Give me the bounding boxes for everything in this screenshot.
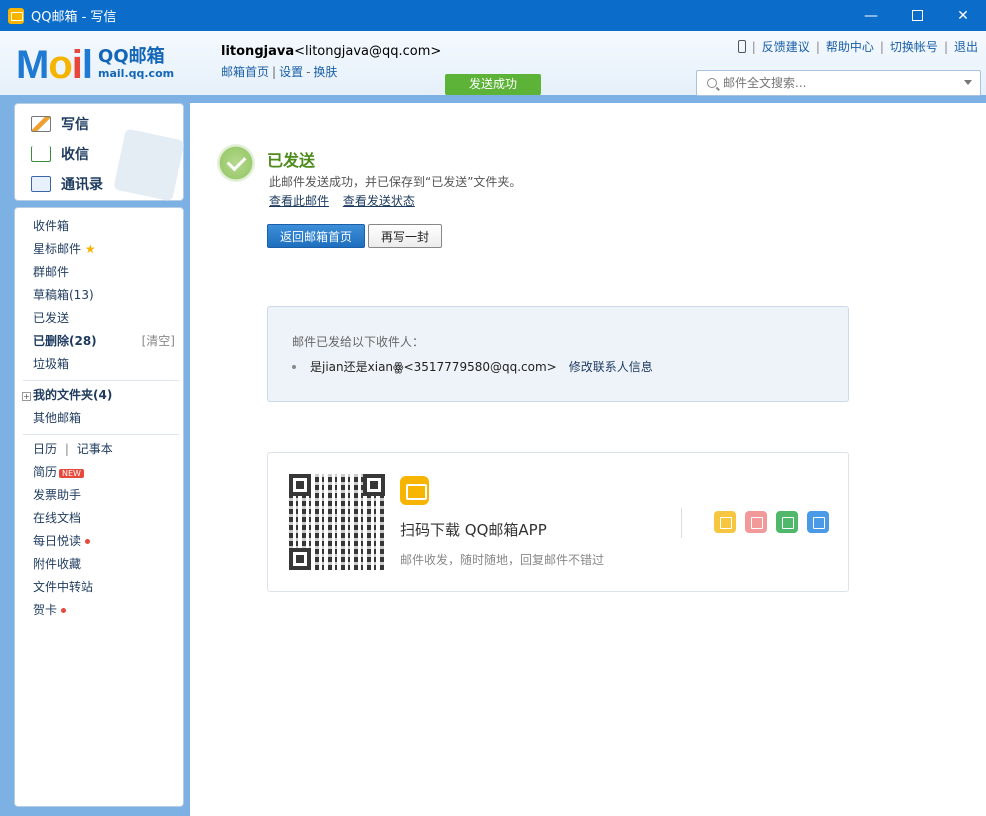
view-mail-link[interactable]: 查看此邮件: [269, 194, 329, 208]
search-icon: [707, 78, 717, 88]
help-link[interactable]: 帮助中心: [826, 38, 874, 55]
receive-button[interactable]: 收信: [31, 144, 89, 164]
folder-spam[interactable]: 垃圾箱: [33, 355, 69, 372]
file-transfer-link[interactable]: 文件中转站: [33, 578, 93, 595]
sent-description: 此邮件发送成功，并已保存到“已发送”文件夹。: [269, 175, 522, 189]
new-badge: NEW: [59, 469, 84, 478]
unread-dot: [85, 539, 91, 544]
view-status-link[interactable]: 查看发送状态: [343, 194, 415, 208]
attachments-link[interactable]: 附件收藏: [33, 555, 81, 572]
recipients-panel: 邮件已发给以下收件人： 是jian还是xian ꙮ <3517779580@qq.c…: [267, 306, 849, 402]
qq-mail-app-icon: [400, 476, 429, 505]
app-promo: 扫码下载 QQ邮箱APP 邮件收发，随时随地，回复邮件不错过: [267, 452, 849, 592]
search-box[interactable]: [696, 70, 981, 96]
moil-logo-text: Moil: [16, 43, 93, 87]
receive-icon: [31, 146, 51, 162]
folder-starred[interactable]: 星标邮件 ★: [33, 240, 96, 257]
qq-mail-logo[interactable]: Moil QQ邮箱 mail.qq.com: [16, 45, 174, 85]
folder-inbox[interactable]: 收件箱: [33, 217, 69, 234]
contacts-icon: [31, 176, 51, 192]
daily-reading-link[interactable]: 每日悦读: [33, 532, 91, 549]
calendar-notes: 日历 | 记事本: [33, 442, 113, 456]
sent-links: 查看此邮件 查看发送状态: [269, 192, 425, 209]
user-info: litongjava<litongjava@qq.com> 邮箱首页 | 设置 - 换肤: [221, 44, 442, 79]
feedback-link[interactable]: 反馈建议: [762, 38, 810, 55]
resume-link[interactable]: 简历 NEW: [33, 463, 84, 480]
write-icon: [31, 116, 51, 132]
mail-home-link[interactable]: 邮箱首页: [221, 65, 269, 79]
folder-sent[interactable]: 已发送: [33, 309, 69, 326]
calendar-link[interactable]: 日历: [33, 442, 57, 456]
calendar-feature-icon: [745, 511, 767, 533]
recipients-title: 邮件已发给以下收件人：: [292, 335, 425, 349]
mail-app-icon: [8, 7, 24, 24]
minimize-button[interactable]: —: [848, 0, 894, 31]
edit-contact-link[interactable]: 修改联系人信息: [569, 358, 653, 375]
folder-other-mailbox[interactable]: 其他邮箱: [33, 409, 81, 426]
invoice-link[interactable]: 发票助手: [33, 486, 81, 503]
title-bar: QQ邮箱 - 写信 — ✕: [0, 0, 986, 31]
maximize-button[interactable]: [894, 0, 940, 31]
folder-list: 收件箱 星标邮件 ★ 群邮件 草稿箱(13) 已发送 已删除(28) [清空] …: [14, 207, 184, 807]
settings-link[interactable]: 设置: [279, 65, 303, 79]
star-icon: ★: [84, 242, 96, 256]
expand-icon[interactable]: +: [22, 392, 31, 401]
recipient-email: <3517779580@qq.com>: [403, 359, 557, 374]
back-to-inbox-button[interactable]: 返回邮箱首页: [267, 224, 365, 248]
share-feature-icon: [807, 511, 829, 533]
mobile-phone-icon[interactable]: [737, 40, 746, 53]
send-success-badge: 发送成功: [445, 74, 541, 95]
my-folders[interactable]: + 我的文件夹(4): [22, 386, 112, 403]
qr-code: [289, 474, 385, 570]
user-email: <litongjava@qq.com>: [294, 44, 442, 59]
recipient-icon: ꙮ: [393, 359, 404, 374]
notes-feature-icon: [776, 511, 798, 533]
app-promo-subtitle: 邮件收发，随时随地，回复邮件不错过: [400, 553, 605, 567]
qq-penguin-decoration: [113, 128, 185, 202]
clear-deleted-link[interactable]: [清空]: [142, 332, 175, 349]
maximize-icon: [911, 10, 923, 21]
recipient-name: 是jian还是xian: [310, 360, 394, 374]
top-links: | 反馈建议 | 帮助中心 | 切换帐号 | 退出: [737, 38, 978, 55]
window-title: QQ邮箱 - 写信: [31, 10, 117, 25]
write-button[interactable]: 写信: [31, 114, 89, 134]
success-check-icon: [217, 144, 255, 182]
unread-dot: [61, 608, 67, 613]
notes-link[interactable]: 记事本: [77, 442, 113, 456]
folder-deleted[interactable]: 已删除(28): [33, 332, 97, 349]
folder-group[interactable]: 群邮件: [33, 263, 69, 280]
user-name: litongjava: [221, 44, 295, 59]
app-promo-title: 扫码下载 QQ邮箱APP: [400, 521, 547, 539]
write-again-button[interactable]: 再写一封: [368, 224, 442, 248]
online-docs-link[interactable]: 在线文档: [33, 509, 81, 526]
dropdown-arrow-icon[interactable]: [964, 80, 972, 85]
recipient-item: 是jian还是xian ꙮ <3517779580@qq.com> 修改联系人信息: [292, 358, 653, 375]
logout-link[interactable]: 退出: [954, 38, 978, 55]
search-input[interactable]: [723, 76, 963, 90]
close-button[interactable]: ✕: [940, 0, 986, 31]
brand-name: QQ邮箱: [98, 46, 165, 67]
mail-feature-icon: [714, 511, 736, 533]
switch-account-link[interactable]: 切换帐号: [890, 38, 938, 55]
skin-link[interactable]: 换肤: [313, 65, 337, 79]
quick-actions: 写信 收信 通讯录: [14, 103, 185, 202]
brand-domain: mail.qq.com: [98, 67, 175, 80]
greeting-cards-link[interactable]: 贺卡: [33, 601, 67, 618]
folder-drafts[interactable]: 草稿箱(13): [33, 286, 94, 303]
contacts-button[interactable]: 通讯录: [31, 174, 103, 194]
sent-title: 已发送: [267, 151, 316, 170]
